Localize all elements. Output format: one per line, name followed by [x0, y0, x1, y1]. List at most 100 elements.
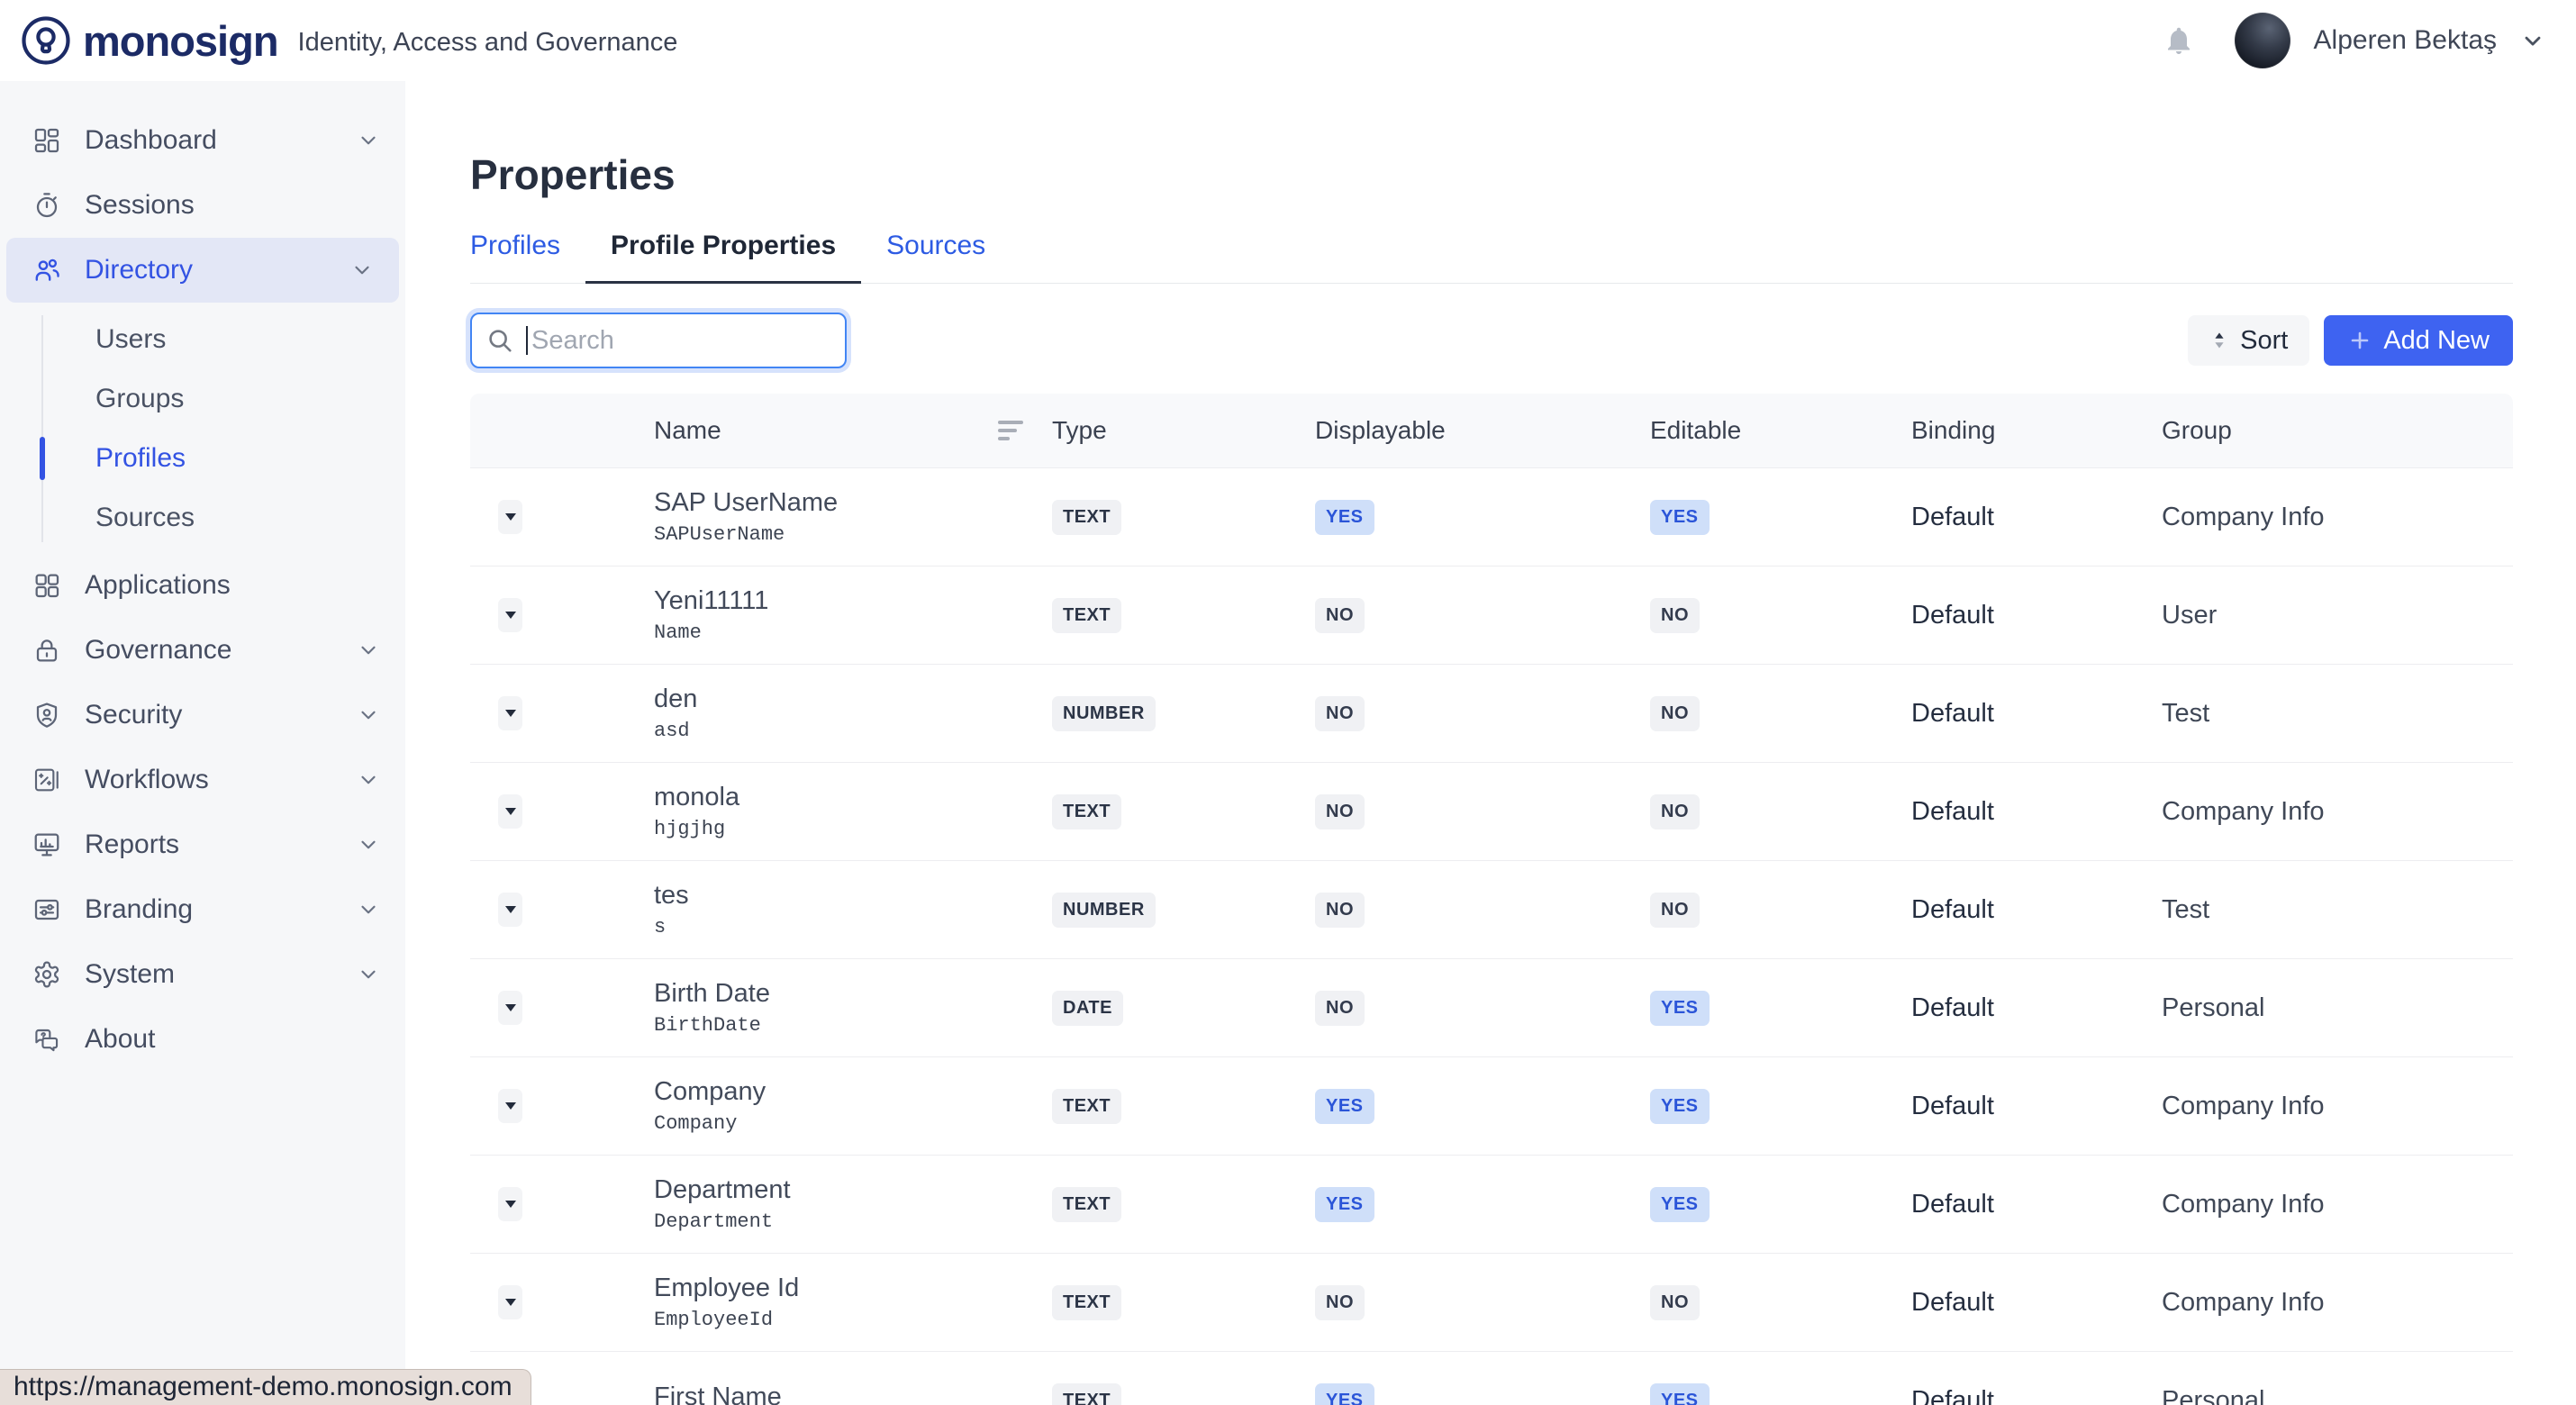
tab-profiles[interactable]: Profiles	[445, 231, 585, 283]
row-expand-button[interactable]	[498, 1089, 522, 1123]
sidebar-item-profiles[interactable]: Profiles	[0, 429, 405, 488]
users-icon	[32, 256, 61, 285]
editable-badge: YES	[1650, 1383, 1710, 1405]
column-header-type: Type	[1052, 416, 1315, 445]
chevron-down-icon	[357, 768, 380, 792]
type-badge: TEXT	[1052, 1285, 1121, 1320]
row-expand-button[interactable]	[498, 500, 522, 534]
chevron-down-icon	[357, 129, 380, 152]
user-name[interactable]: Alperen Bektaş	[2314, 25, 2497, 56]
property-name: den	[654, 684, 1052, 713]
row-expand-button[interactable]	[498, 696, 522, 730]
column-header-name: Name	[654, 416, 721, 445]
group-value: Personal	[2162, 1386, 2513, 1405]
row-expand-button[interactable]	[498, 794, 522, 829]
binding-value: Default	[1911, 797, 2162, 827]
sort-descending-icon[interactable]	[998, 421, 1023, 440]
sidebar-item-governance[interactable]: Governance	[0, 618, 405, 683]
property-key: asd	[654, 721, 1052, 742]
user-avatar[interactable]	[2235, 13, 2290, 68]
group-value: Test	[2162, 895, 2513, 925]
row-expand-button[interactable]	[498, 1285, 522, 1319]
displayable-badge: NO	[1315, 598, 1365, 633]
editable-badge: YES	[1650, 500, 1710, 535]
type-badge: TEXT	[1052, 1383, 1121, 1405]
caret-down-icon	[505, 808, 516, 815]
sidebar-item-users[interactable]: Users	[0, 310, 405, 369]
property-name: Employee Id	[654, 1274, 1052, 1302]
sidebar-item-about[interactable]: About	[0, 1007, 405, 1072]
chevron-down-icon	[357, 833, 380, 857]
caret-down-icon	[505, 612, 516, 619]
toolbar: Sort Add New	[470, 313, 2513, 368]
displayable-badge: YES	[1315, 500, 1374, 535]
displayable-badge: YES	[1315, 1383, 1374, 1405]
table-row: monolahjgjhg TEXT NO NO Default Company …	[470, 762, 2513, 860]
editable-badge: NO	[1650, 893, 1700, 928]
sidebar-item-reports[interactable]: Reports	[0, 812, 405, 877]
sidebar-item-branding[interactable]: Branding	[0, 877, 405, 942]
type-badge: NUMBER	[1052, 696, 1156, 731]
table-row: First Name TEXT YES YES Default Personal	[470, 1351, 2513, 1405]
sidebar-item-workflows[interactable]: Workflows	[0, 748, 405, 812]
table-row: CompanyCompany TEXT YES YES Default Comp…	[470, 1056, 2513, 1155]
text-caret	[526, 326, 528, 355]
gear-icon	[32, 960, 61, 989]
notifications-bell-icon[interactable]	[2163, 24, 2195, 57]
app-window: monosign Identity, Access and Governance…	[0, 0, 2576, 1405]
displayable-badge: NO	[1315, 696, 1365, 731]
binding-value: Default	[1911, 1190, 2162, 1219]
sidebar-item-sources[interactable]: Sources	[0, 488, 405, 548]
row-expand-button[interactable]	[498, 1187, 522, 1221]
sidebar-item-system[interactable]: System	[0, 942, 405, 1007]
properties-table: Name Type Displayable Editable Binding G…	[470, 394, 2513, 1405]
property-key: EmployeeId	[654, 1310, 1052, 1331]
property-name: Birth Date	[654, 979, 1052, 1008]
type-badge: TEXT	[1052, 500, 1121, 535]
editable-badge: YES	[1650, 1187, 1710, 1222]
table-row: Yeni11111Name TEXT NO NO Default User	[470, 566, 2513, 664]
group-value: Company Info	[2162, 503, 2513, 532]
type-badge: TEXT	[1052, 598, 1121, 633]
column-header-group: Group	[2162, 416, 2513, 445]
tab-bar: Profiles Profile Properties Sources	[470, 231, 2513, 284]
tab-profile-properties[interactable]: Profile Properties	[585, 231, 861, 283]
sidebar-item-security[interactable]: Security	[0, 683, 405, 748]
tab-sources[interactable]: Sources	[861, 231, 1011, 283]
table-row: tess NUMBER NO NO Default Test	[470, 860, 2513, 958]
property-name: SAP UserName	[654, 488, 1052, 517]
binding-value: Default	[1911, 601, 2162, 630]
user-menu-chevron-down-icon[interactable]	[2520, 28, 2545, 53]
table-row: Birth DateBirthDate DATE NO YES Default …	[470, 958, 2513, 1056]
caret-down-icon	[505, 710, 516, 717]
chevron-down-icon	[357, 898, 380, 921]
column-header-binding: Binding	[1911, 416, 2162, 445]
binding-value: Default	[1911, 993, 2162, 1023]
row-expand-button[interactable]	[498, 893, 522, 927]
row-expand-button[interactable]	[498, 991, 522, 1025]
group-value: Company Info	[2162, 1190, 2513, 1219]
property-key: hjgjhg	[654, 819, 1052, 840]
sidebar-item-applications[interactable]: Applications	[0, 553, 405, 618]
sidebar-item-directory[interactable]: Directory	[6, 238, 399, 303]
sidebar-item-dashboard[interactable]: Dashboard	[0, 108, 405, 173]
caret-down-icon	[505, 513, 516, 521]
property-name: monola	[654, 783, 1052, 811]
caret-down-icon	[505, 1299, 516, 1306]
caret-down-icon	[505, 1004, 516, 1011]
property-name: Department	[654, 1175, 1052, 1204]
brand-wordmark: monosign	[83, 16, 278, 66]
sidebar-item-sessions[interactable]: Sessions	[0, 173, 405, 238]
row-expand-button[interactable]	[498, 598, 522, 632]
add-new-button[interactable]: Add New	[2324, 315, 2513, 366]
displayable-badge: YES	[1315, 1187, 1374, 1222]
displayable-badge: NO	[1315, 1285, 1365, 1320]
caret-down-icon	[505, 906, 516, 913]
displayable-badge: YES	[1315, 1089, 1374, 1124]
sort-button[interactable]: Sort	[2188, 315, 2309, 366]
apps-icon	[32, 571, 61, 600]
type-badge: TEXT	[1052, 1187, 1121, 1222]
sidebar-item-groups[interactable]: Groups	[0, 369, 405, 429]
type-badge: TEXT	[1052, 794, 1121, 829]
brand-logo[interactable]: monosign Identity, Access and Governance	[0, 14, 677, 67]
